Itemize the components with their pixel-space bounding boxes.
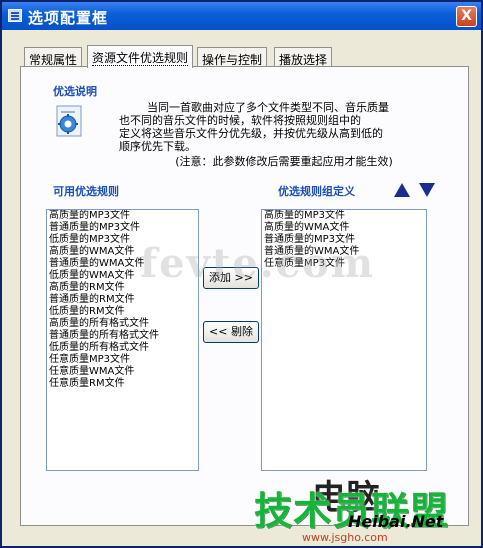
tab-playback[interactable]: 播放选择 — [274, 47, 333, 67]
list-item[interactable]: 任意质量MP3文件 — [47, 354, 198, 366]
close-button[interactable]: X — [456, 6, 477, 27]
rule-group-label: 优选规则组定义 — [278, 185, 355, 198]
tab-resource-rules-label: 资源文件优选规则 — [92, 51, 189, 66]
options-dialog: 选项配置框 X 常规属性 资源文件优选规则 操作与控制 播放选择 优选说明 当同… — [0, 0, 483, 548]
tab-resource-rules[interactable]: 资源文件优选规则 — [87, 45, 194, 68]
list-item[interactable]: 低质量的RM文件 — [47, 306, 198, 318]
list-item[interactable]: 任意质量WMA文件 — [47, 366, 198, 378]
info-note: (注意：此参数修改后需要重起应用才能生效) — [175, 155, 393, 168]
list-item[interactable]: 高质量的MP3文件 — [262, 210, 426, 222]
list-item[interactable]: 普通质量的MP3文件 — [47, 222, 198, 234]
tab-playback-label: 播放选择 — [279, 53, 328, 67]
settings-icon — [56, 105, 82, 137]
tab-general[interactable]: 常规属性 — [24, 47, 83, 67]
window-icon — [8, 9, 22, 22]
watermark-center: fevte.com — [140, 240, 376, 287]
info-line: 当同一首歌曲对应了多个文件类型不同、音乐质量 — [147, 101, 389, 114]
move-up-icon[interactable] — [394, 183, 410, 197]
info-heading: 优选说明 — [53, 85, 97, 98]
list-item[interactable]: 高质量的所有格式文件 — [47, 318, 198, 330]
list-item[interactable]: 低质量的所有格式文件 — [47, 342, 198, 354]
title-bar[interactable]: 选项配置框 X — [2, 2, 481, 30]
list-item[interactable]: 普通质量的RM文件 — [47, 294, 198, 306]
remove-button[interactable]: << 剔除 — [203, 321, 259, 343]
list-item[interactable]: 高质量的WMA文件 — [262, 222, 426, 234]
info-description: 当同一首歌曲对应了多个文件类型不同、音乐质量 也不同的音乐文件的时候，软件将按照… — [119, 101, 449, 168]
tab-panel: 优选说明 当同一首歌曲对应了多个文件类型不同、音乐质量 也不同的音乐文件的时候，… — [20, 66, 469, 526]
watermark-heibai: Heibai.Net — [348, 512, 444, 531]
window-title: 选项配置框 — [28, 9, 109, 27]
list-item[interactable]: 任意质量RM文件 — [47, 378, 198, 390]
tab-operation-label: 操作与控制 — [202, 53, 263, 67]
tab-operation[interactable]: 操作与控制 — [197, 47, 268, 67]
info-line: 顺序优先下载。 — [119, 140, 196, 153]
available-rules-label: 可用优选规则 — [53, 185, 119, 198]
tab-general-label: 常规属性 — [29, 53, 78, 67]
move-down-icon[interactable] — [419, 183, 435, 197]
info-line: 定义将这些音乐文件分优先级，并按优先级从高到低的 — [119, 127, 383, 140]
list-item[interactable]: 普通质量的所有格式文件 — [47, 330, 198, 342]
watermark-url: www.jsgho.com — [302, 531, 388, 544]
list-item[interactable]: 高质量的MP3文件 — [47, 210, 198, 222]
info-line: 也不同的音乐文件的时候，软件将按照规则组中的 — [119, 114, 361, 127]
